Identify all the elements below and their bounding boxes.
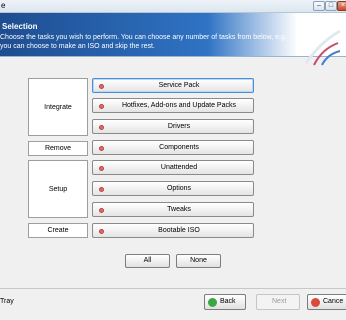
group-label-remove: Remove xyxy=(44,145,72,152)
back-label: Back xyxy=(220,298,236,305)
task-unattended-button[interactable]: Unattended xyxy=(92,160,254,175)
task-options-button[interactable]: Options xyxy=(92,181,254,196)
title-bar: e – □ × xyxy=(0,0,346,13)
red-dot-icon xyxy=(99,104,104,109)
swoosh-logo-icon xyxy=(304,29,341,66)
task-label: Components xyxy=(159,144,199,151)
task-label: Bootable ISO xyxy=(158,227,200,234)
next-button[interactable]: Next xyxy=(256,294,300,310)
cancel-button[interactable]: Cance xyxy=(307,294,346,310)
next-label: Next xyxy=(272,298,287,305)
task-label: Unattended xyxy=(160,164,198,171)
task-label: Options xyxy=(166,185,192,192)
red-dot-icon xyxy=(99,84,104,89)
red-dot-icon xyxy=(99,166,104,171)
group-integrate: Integrate xyxy=(28,78,88,136)
minimize-button[interactable]: – xyxy=(313,1,325,11)
select-all-button[interactable]: All xyxy=(125,254,170,268)
description-line-2: you can choose to make an ISO and skip t… xyxy=(0,43,155,50)
task-tweaks-button[interactable]: Tweaks xyxy=(92,202,254,217)
task-components-button[interactable]: Components xyxy=(92,140,254,155)
cancel-label: Cance xyxy=(323,298,344,305)
red-dot-icon xyxy=(99,187,104,192)
group-setup: Setup xyxy=(28,160,88,218)
group-remove: Remove xyxy=(28,141,88,156)
red-dot-icon xyxy=(99,125,104,130)
group-label-setup: Setup xyxy=(48,186,68,193)
task-label: Service Pack xyxy=(158,82,200,89)
close-button[interactable]: × xyxy=(337,1,346,11)
description-line-1: Choose the tasks you wish to perform. Yo… xyxy=(0,34,287,41)
task-label: Tweaks xyxy=(167,206,191,213)
select-none-button[interactable]: None xyxy=(176,254,221,268)
group-create: Create xyxy=(28,223,88,238)
task-label: Hotfixes, Add-ons and Update Packs xyxy=(121,102,236,109)
page-title: Selection xyxy=(2,22,38,31)
group-label-integrate: Integrate xyxy=(44,104,72,111)
wizard-header: Selection Choose the tasks you wish to p… xyxy=(0,13,346,66)
page-description: Choose the tasks you wish to perform. Yo… xyxy=(0,33,300,51)
tray-label: Tray xyxy=(0,298,14,305)
group-label-create: Create xyxy=(47,227,69,234)
task-drivers-button[interactable]: Drivers xyxy=(92,119,254,134)
maximize-button[interactable]: □ xyxy=(325,1,337,11)
green-arrow-icon xyxy=(208,298,217,307)
red-dot-icon xyxy=(99,229,104,234)
task-bootable-iso-button[interactable]: Bootable ISO xyxy=(92,223,254,238)
back-button[interactable]: Back xyxy=(204,294,246,310)
task-hotfixes-button[interactable]: Hotfixes, Add-ons and Update Packs xyxy=(92,98,254,113)
task-service-pack-button[interactable]: Service Pack xyxy=(92,78,254,93)
red-dot-icon xyxy=(99,146,104,151)
footer-divider xyxy=(0,288,346,289)
red-dot-icon xyxy=(99,208,104,213)
red-x-icon xyxy=(311,298,320,307)
task-label: Drivers xyxy=(167,123,191,130)
window-title: e xyxy=(1,1,6,10)
